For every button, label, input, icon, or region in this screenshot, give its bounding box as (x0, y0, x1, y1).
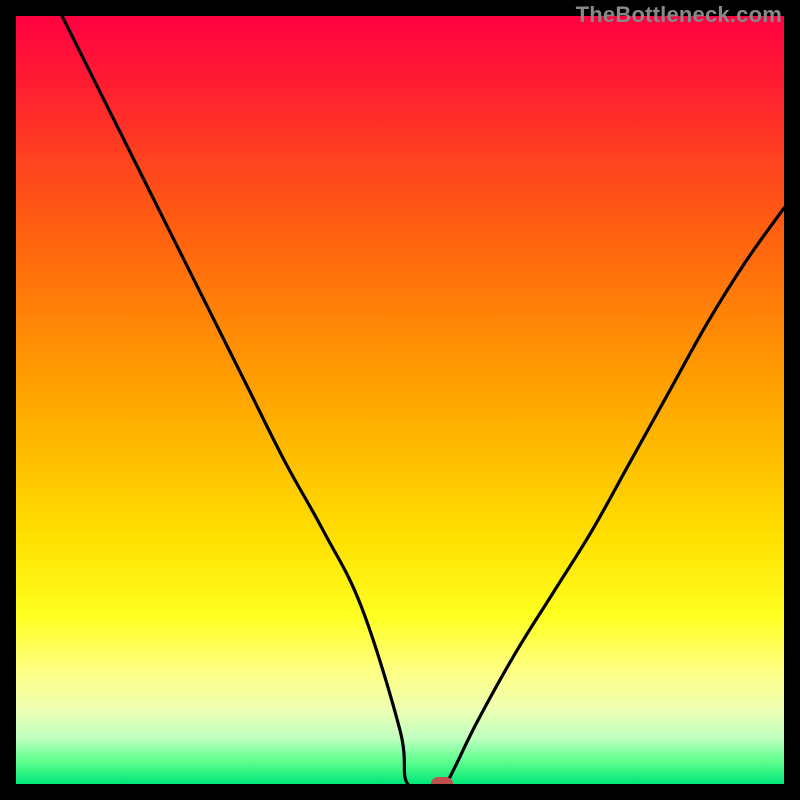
watermark-text: TheBottleneck.com (576, 2, 782, 28)
chart-container: TheBottleneck.com (0, 0, 800, 800)
frame-bottom (0, 784, 800, 800)
bottleneck-curve (16, 16, 784, 784)
frame-left (0, 0, 16, 800)
plot-area (16, 16, 784, 784)
frame-right (784, 0, 800, 800)
